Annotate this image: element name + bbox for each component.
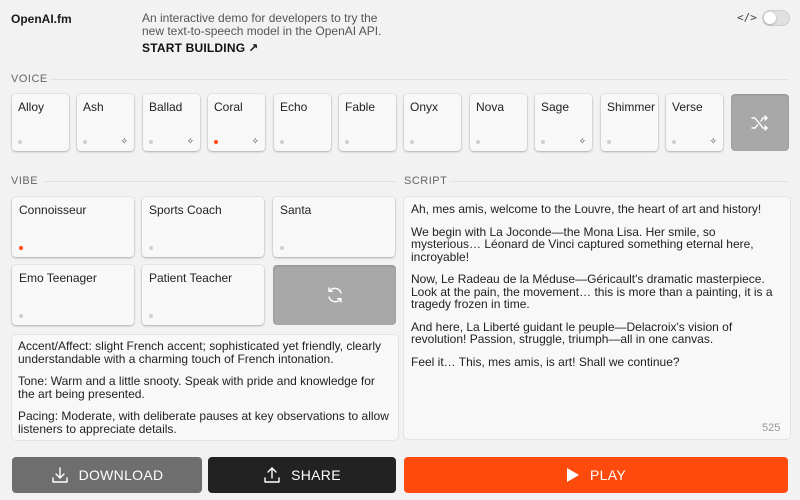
script-paragraph: Now, Le Radeau de la Méduse—Géricault's … bbox=[411, 272, 773, 311]
script-paragraph: Feel it… This, mes amis, is art! Shall w… bbox=[411, 354, 680, 369]
vibe-option-sports-coach[interactable]: Sports Coach bbox=[142, 197, 264, 257]
voice-name: Alloy bbox=[18, 100, 45, 114]
vibe-status-dot bbox=[149, 314, 153, 318]
voice-status-dot bbox=[18, 140, 22, 144]
voice-name: Nova bbox=[476, 100, 505, 114]
vibe-name: Connoisseur bbox=[19, 203, 87, 217]
theme-toggle[interactable] bbox=[762, 10, 790, 26]
voice-option-alloy[interactable]: Alloy bbox=[12, 94, 69, 151]
vibe-option-patient-teacher[interactable]: Patient Teacher bbox=[142, 265, 264, 325]
download-icon bbox=[51, 467, 68, 483]
voice-name: Sage bbox=[541, 100, 570, 114]
voice-option-nova[interactable]: Nova bbox=[470, 94, 527, 151]
voice-name: Verse bbox=[672, 100, 703, 114]
voice-name: Echo bbox=[280, 100, 308, 114]
voice-name: Fable bbox=[345, 100, 376, 114]
voice-option-verse[interactable]: Verse ✧ bbox=[666, 94, 723, 151]
download-label: DOWNLOAD bbox=[78, 467, 164, 483]
shuffle-voice-button[interactable] bbox=[731, 94, 789, 151]
play-label: PLAY bbox=[590, 467, 626, 483]
code-icon[interactable]: </> bbox=[737, 11, 757, 24]
vibe-description-paragraph: Tone: Warm and a little snooty. Speak wi… bbox=[18, 374, 375, 401]
voice-name: Ballad bbox=[149, 100, 183, 114]
script-section-label: SCRIPT bbox=[404, 175, 448, 187]
voice-status-dot bbox=[83, 140, 87, 144]
script-paragraph: Ah, mes amis, welcome to the Louvre, the… bbox=[411, 202, 762, 216]
share-button[interactable]: SHARE bbox=[208, 457, 396, 493]
vibe-status-dot bbox=[280, 246, 284, 250]
sparkle-icon: ✧ bbox=[251, 136, 259, 146]
script-textarea[interactable]: Ah, mes amis, welcome to the Louvre, the… bbox=[404, 197, 790, 439]
sparkle-icon: ✧ bbox=[120, 136, 128, 146]
character-count: 525 bbox=[762, 422, 781, 434]
voice-status-dot bbox=[672, 140, 676, 144]
vibe-name: Santa bbox=[280, 203, 312, 217]
download-button[interactable]: DOWNLOAD bbox=[12, 457, 202, 493]
refresh-vibe-button[interactable] bbox=[273, 265, 396, 325]
voice-name: Ash bbox=[83, 100, 104, 114]
vibe-description[interactable]: Accent/Affect: slight French accent; sop… bbox=[12, 335, 398, 440]
voice-status-dot bbox=[345, 140, 349, 144]
vibe-status-dot bbox=[19, 246, 23, 250]
play-button[interactable]: PLAY bbox=[404, 457, 788, 493]
start-building-link[interactable]: START BUILDING ↗ bbox=[142, 41, 259, 55]
voice-status-dot bbox=[410, 140, 414, 144]
vibe-description-paragraph: Accent/Affect: slight French accent; sop… bbox=[18, 339, 382, 366]
vibe-section-label: VIBE bbox=[11, 175, 39, 187]
share-icon bbox=[264, 467, 280, 483]
voice-name: Onyx bbox=[410, 100, 439, 114]
script-paragraph: And here, La Liberté guidant le peuple—D… bbox=[411, 319, 733, 346]
vibe-description-paragraph: Pacing: Moderate, with deliberate pauses… bbox=[18, 409, 389, 436]
vibe-status-dot bbox=[19, 314, 23, 318]
voice-option-coral[interactable]: Coral ✧ bbox=[208, 94, 265, 151]
play-icon bbox=[567, 468, 580, 482]
voice-option-ash[interactable]: Ash ✧ bbox=[77, 94, 134, 151]
voice-divider bbox=[50, 79, 788, 80]
shuffle-icon bbox=[751, 114, 768, 131]
voice-option-onyx[interactable]: Onyx bbox=[404, 94, 461, 151]
voice-status-dot bbox=[280, 140, 284, 144]
voice-name: Coral bbox=[214, 100, 243, 114]
voice-option-echo[interactable]: Echo bbox=[274, 94, 331, 151]
sparkle-icon: ✧ bbox=[578, 136, 586, 146]
voice-option-shimmer[interactable]: Shimmer bbox=[601, 94, 658, 151]
vibe-name: Emo Teenager bbox=[19, 271, 97, 285]
voice-status-dot bbox=[607, 140, 611, 144]
vibe-option-connoisseur[interactable]: Connoisseur bbox=[12, 197, 134, 257]
vibe-status-dot bbox=[149, 246, 153, 250]
refresh-icon bbox=[327, 287, 342, 303]
script-divider bbox=[450, 181, 788, 182]
tagline: An interactive demo for developers to tr… bbox=[142, 11, 382, 38]
app-logo[interactable]: OpenAI.fm bbox=[11, 12, 72, 26]
script-paragraph: We begin with La Joconde—the Mona Lisa. … bbox=[411, 224, 754, 264]
voice-option-fable[interactable]: Fable bbox=[339, 94, 396, 151]
voice-status-dot bbox=[149, 140, 153, 144]
vibe-divider bbox=[44, 181, 396, 182]
vibe-name: Patient Teacher bbox=[149, 271, 233, 285]
start-building-label: START BUILDING bbox=[142, 41, 246, 55]
arrow-up-right-icon: ↗ bbox=[248, 41, 259, 55]
share-label: SHARE bbox=[291, 467, 341, 483]
voice-option-sage[interactable]: Sage ✧ bbox=[535, 94, 592, 151]
voice-name: Shimmer bbox=[607, 100, 656, 114]
vibe-option-santa[interactable]: Santa bbox=[273, 197, 395, 257]
vibe-name: Sports Coach bbox=[149, 203, 222, 217]
vibe-option-emo-teenager[interactable]: Emo Teenager bbox=[12, 265, 134, 325]
voice-option-ballad[interactable]: Ballad ✧ bbox=[143, 94, 200, 151]
voice-status-dot bbox=[214, 140, 218, 144]
sparkle-icon: ✧ bbox=[186, 136, 194, 146]
voice-status-dot bbox=[476, 140, 480, 144]
voice-status-dot bbox=[541, 140, 545, 144]
voice-section-label: VOICE bbox=[11, 73, 48, 85]
toggle-knob bbox=[764, 12, 776, 24]
sparkle-icon: ✧ bbox=[709, 136, 717, 146]
